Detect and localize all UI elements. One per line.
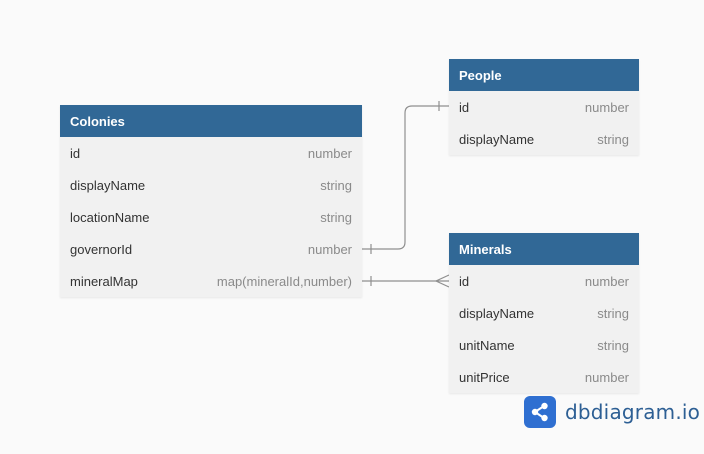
field-name: id [70, 145, 81, 161]
relation-governor-to-people[interactable] [362, 105, 449, 250]
table-people[interactable]: People id number displayName string [449, 59, 639, 155]
field-name: unitName [459, 337, 515, 353]
field-name: id [459, 273, 470, 289]
field-name: mineralMap [70, 273, 138, 289]
field-row-unitprice[interactable]: unitPrice number [449, 361, 639, 393]
field-row-locationname[interactable]: locationName string [60, 201, 362, 233]
field-row-displayname[interactable]: displayName string [449, 297, 639, 329]
field-type: number [307, 145, 352, 161]
field-type: string [320, 177, 352, 193]
field-type: string [320, 209, 352, 225]
field-name: displayName [459, 131, 535, 147]
table-header-minerals[interactable]: Minerals [449, 233, 639, 265]
field-name: unitPrice [459, 369, 510, 385]
table-header-colonies[interactable]: Colonies [60, 105, 362, 137]
field-type: map(mineralId,number) [216, 273, 352, 289]
brand-watermark[interactable]: dbdiagram.io [524, 396, 700, 428]
field-name: governorId [70, 241, 133, 257]
field-type: string [597, 337, 629, 353]
field-type: string [597, 305, 629, 321]
field-type: string [597, 131, 629, 147]
field-type: number [307, 241, 352, 257]
field-type: number [584, 99, 629, 115]
share-nodes-icon [524, 396, 556, 428]
field-row-unitname[interactable]: unitName string [449, 329, 639, 361]
field-row-displayname[interactable]: displayName string [60, 169, 362, 201]
table-colonies[interactable]: Colonies id number displayName string lo… [60, 105, 362, 297]
field-row-governorid[interactable]: governorId number [60, 233, 362, 265]
field-name: displayName [70, 177, 146, 193]
field-type: number [584, 369, 629, 385]
field-type: number [584, 273, 629, 289]
field-name: locationName [70, 209, 150, 225]
field-row-mineralmap[interactable]: mineralMap map(mineralId,number) [60, 265, 362, 297]
field-row-displayname[interactable]: displayName string [449, 123, 639, 155]
field-name: id [459, 99, 470, 115]
field-row-id[interactable]: id number [449, 91, 639, 123]
diagram-canvas: Colonies id number displayName string lo… [0, 0, 704, 454]
field-row-id[interactable]: id number [449, 265, 639, 297]
table-header-people[interactable]: People [449, 59, 639, 91]
brand-name: dbdiagram.io [565, 400, 701, 424]
table-minerals[interactable]: Minerals id number displayName string un… [449, 233, 639, 393]
field-row-id[interactable]: id number [60, 137, 362, 169]
field-name: displayName [459, 305, 535, 321]
